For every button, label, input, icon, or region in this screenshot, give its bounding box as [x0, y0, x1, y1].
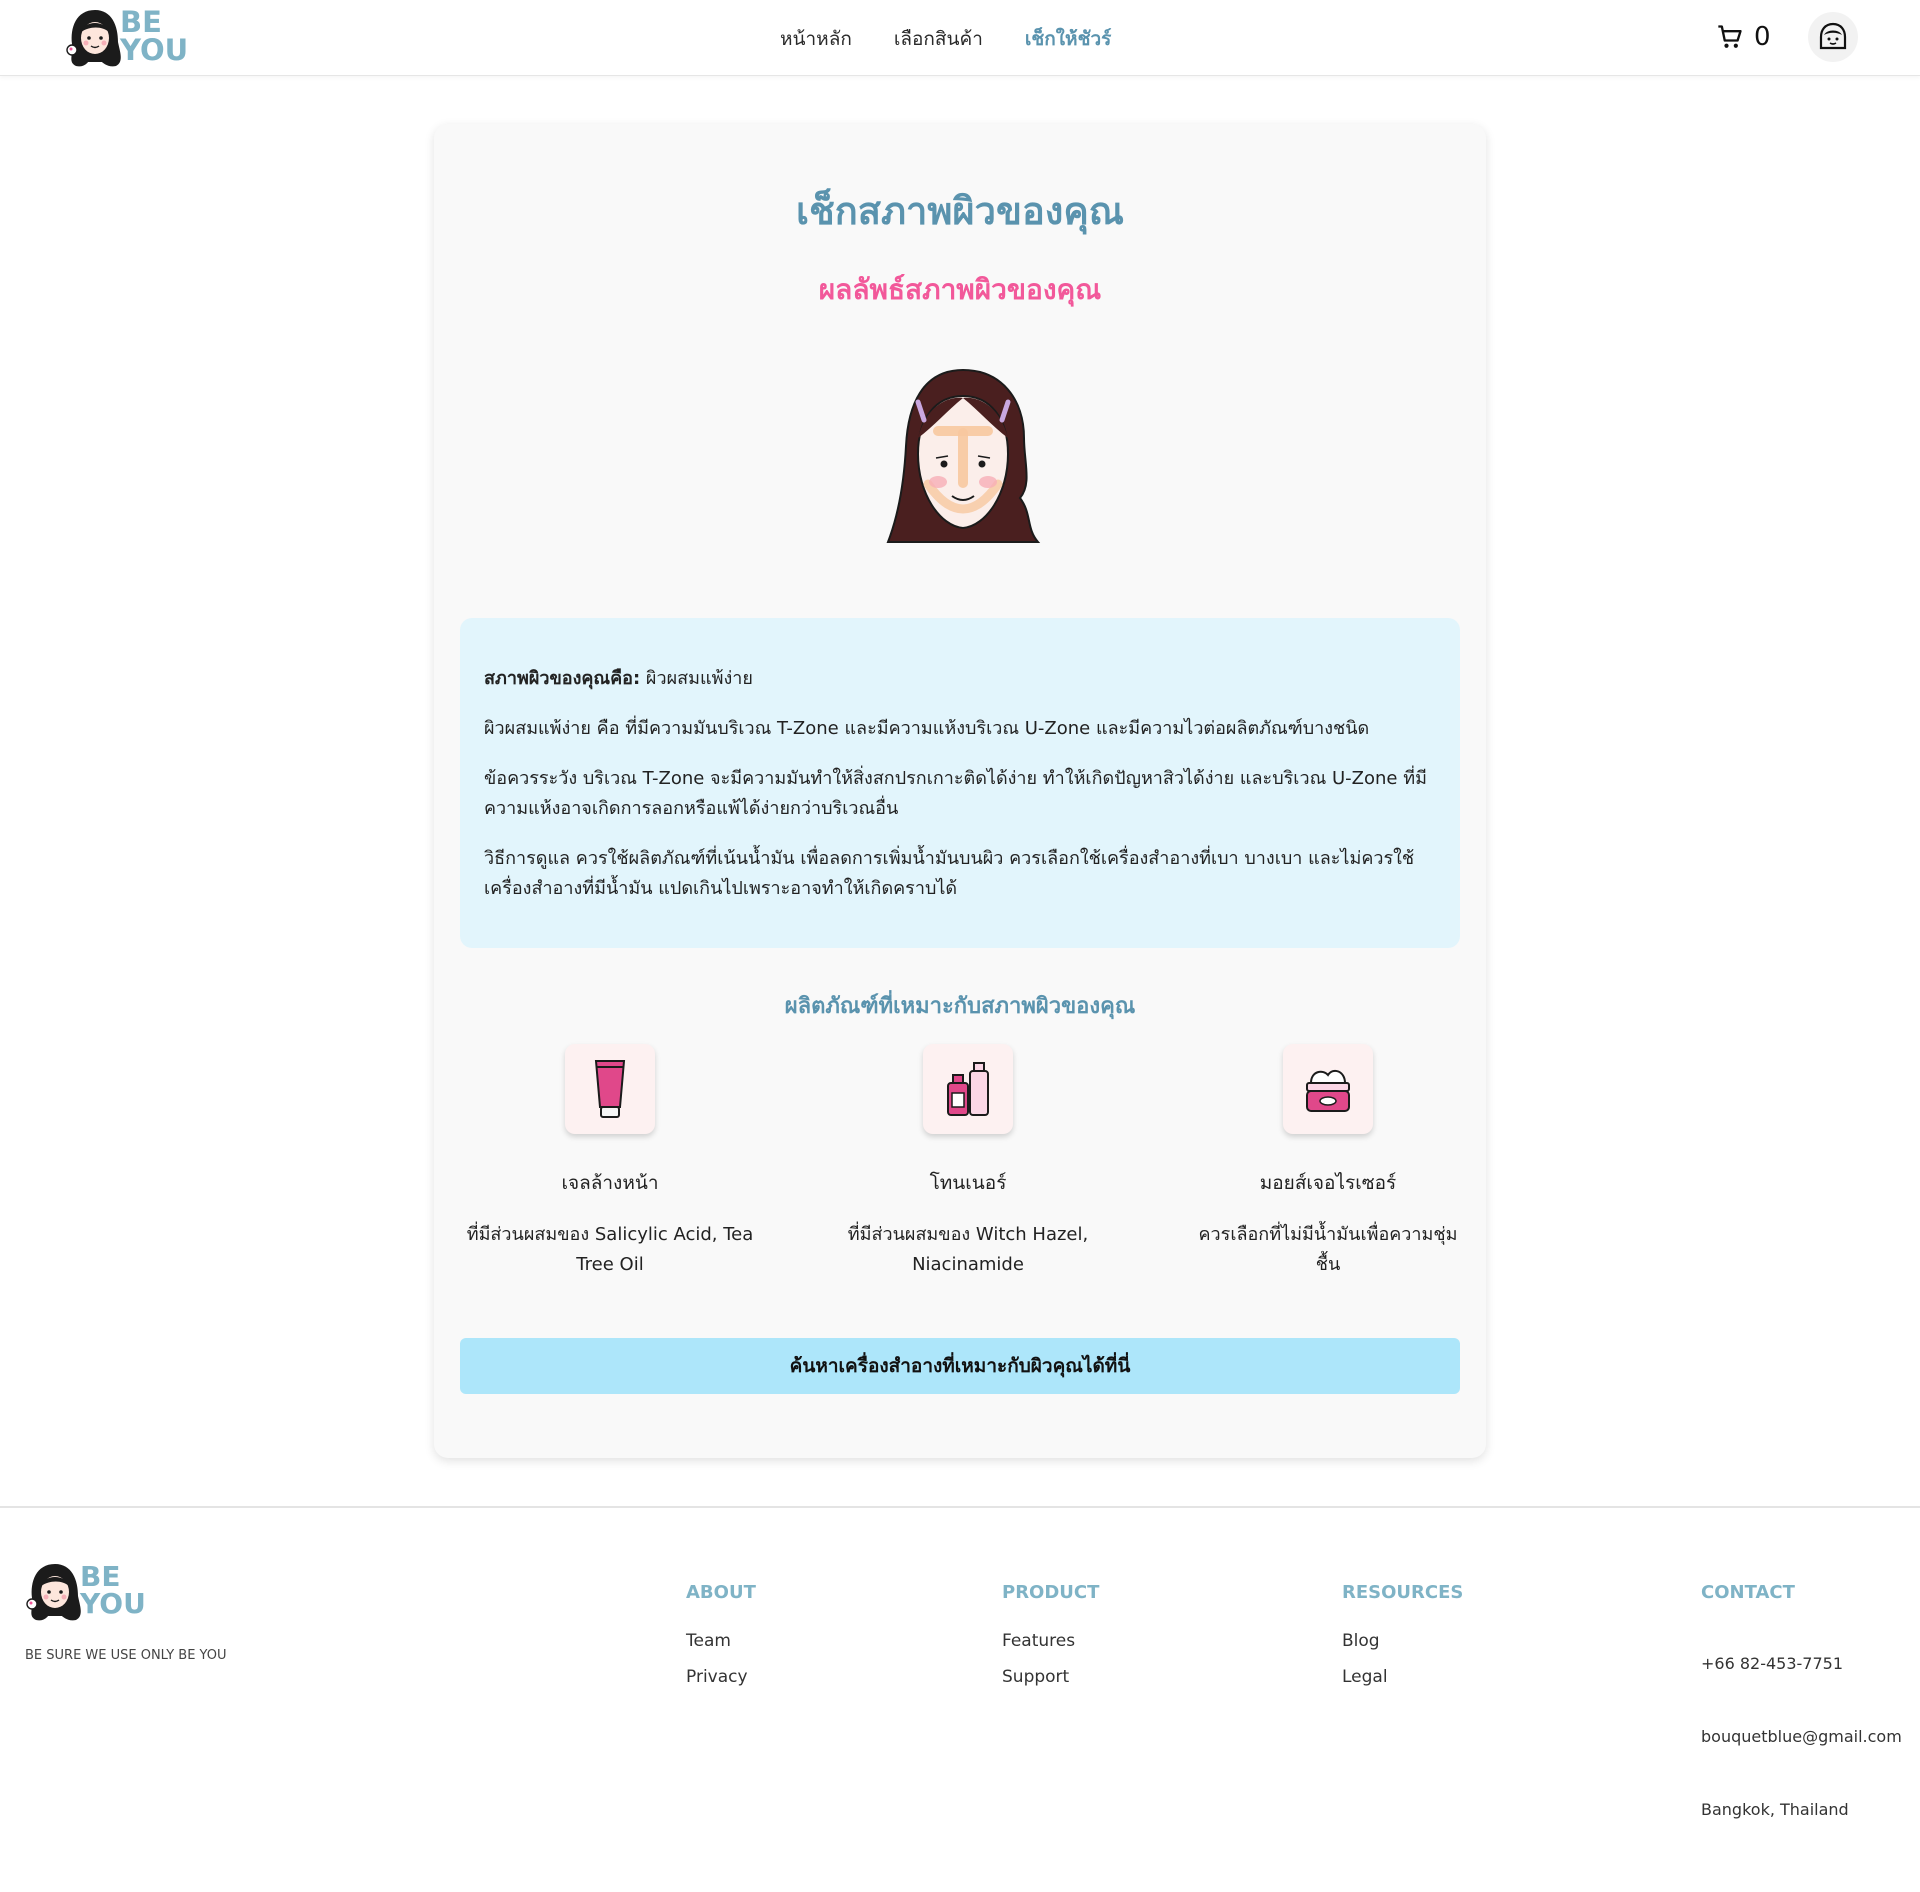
skin-care-tips: วิธีการดูแล ควรใช้ผลิตภัณฑ์ที่เน้นน้ำมัน… — [484, 848, 1415, 899]
product-description: ที่มีส่วนผสมของ Salicylic Acid, Tea Tree… — [466, 1224, 754, 1275]
footer-heading: CONTACT — [1701, 1582, 1795, 1603]
result-title: ผลลัพธ์สภาพผิวของคุณ — [818, 273, 1102, 306]
cart-button[interactable]: 0 — [1712, 16, 1775, 58]
product-description: ควรเลือกที่ไม่มีน้ำมันเพื่อความชุ่มชื้น — [1198, 1224, 1458, 1275]
contact-email[interactable]: bouquetblue@gmail.com — [1701, 1727, 1902, 1746]
product-name: โทนเนอร์ — [929, 1172, 1007, 1194]
skin-type-value: ผิวผสมแพ้ง่าย — [645, 668, 753, 689]
contact-location: Bangkok, Thailand — [1701, 1800, 1849, 1819]
girl-mascot-icon — [66, 10, 121, 67]
cart-count: 0 — [1754, 22, 1771, 52]
skin-description: ผิวผสมแพ้ง่าย คือ ที่มีความมันบริเวณ T-Z… — [484, 718, 1370, 739]
nav-shop[interactable]: เลือกสินค้า — [894, 24, 983, 54]
products-title: ผลิตภัณฑ์ที่เหมาะกับสภาพผิวของคุณ — [784, 994, 1136, 1019]
girl-mascot-icon — [26, 1564, 81, 1621]
cream-jar-icon — [1306, 1069, 1350, 1112]
footer-heading: RESOURCES — [1342, 1582, 1464, 1603]
logo-line2: YOU — [80, 1587, 146, 1620]
cart-icon — [1718, 25, 1742, 48]
face-illustration — [886, 368, 1041, 543]
footer-link-privacy[interactable]: Privacy — [686, 1667, 756, 1687]
skin-caution: ข้อควรระวัง บริเวณ T-Zone จะมีความมันทำใ… — [484, 768, 1427, 819]
cleanser-tube-icon — [594, 1060, 626, 1118]
product-card: โทนเนอร์ ที่มีส่วนผสมของ Witch Hazel, Ni… — [838, 1044, 1098, 1280]
logo-wordmark: BE YOU — [80, 1563, 146, 1620]
footer-logo[interactable]: BE YOU — [22, 1558, 146, 1624]
logo-wordmark: BE YOU — [120, 8, 189, 67]
profile-button[interactable] — [1808, 12, 1858, 62]
product-icon-tile — [923, 1044, 1013, 1134]
top-navbar: BE YOU หน้าหลัก เลือกสินค้า เช็กให้ชัวร์… — [0, 0, 1920, 76]
brand-logo[interactable]: BE YOU — [62, 4, 188, 70]
skin-info-box: สภาพผิวของคุณคือ: ผิวผสมแพ้ง่าย ผิวผสมแพ… — [460, 618, 1460, 948]
find-cosmetics-button[interactable]: ค้นหาเครื่องสำอางที่เหมาะกับผิวคุณได้ที่… — [460, 1338, 1460, 1394]
footer-tagline: BE SURE WE USE ONLY BE YOU — [25, 1648, 227, 1663]
skin-type-label: สภาพผิวของคุณคือ: — [484, 668, 641, 689]
product-description: ที่มีส่วนผสมของ Witch Hazel, Niacinamide — [847, 1224, 1089, 1275]
nav-skin-check[interactable]: เช็กให้ชัวร์ — [1025, 24, 1111, 54]
footer-divider — [0, 1506, 1920, 1508]
toner-bottles-icon — [947, 1062, 989, 1116]
nav-home[interactable]: หน้าหลัก — [780, 24, 852, 54]
user-avatar-icon — [1819, 22, 1847, 50]
logo-line2: YOU — [120, 33, 189, 67]
footer-link-blog[interactable]: Blog — [1342, 1631, 1463, 1651]
footer-heading: PRODUCT — [1002, 1582, 1100, 1603]
skin-type-line: สภาพผิวของคุณคือ: ผิวผสมแพ้ง่าย — [484, 664, 1436, 694]
product-name: มอยส์เจอไรเซอร์ — [1259, 1172, 1397, 1194]
main-nav: หน้าหลัก เลือกสินค้า เช็กให้ชัวร์ — [780, 24, 1111, 54]
footer-col-contact: CONTACT — [1701, 1582, 1795, 1631]
footer-link-legal[interactable]: Legal — [1342, 1667, 1463, 1687]
contact-phone[interactable]: +66 82-453-7751 — [1701, 1654, 1843, 1673]
product-card: มอยส์เจอไรเซอร์ ควรเลือกที่ไม่มีน้ำมันเพ… — [1188, 1044, 1468, 1280]
footer-col-about: ABOUT Team Privacy — [686, 1582, 756, 1703]
product-name: เจลล้างหน้า — [561, 1172, 659, 1194]
product-icon-tile — [565, 1044, 655, 1134]
footer-heading: ABOUT — [686, 1582, 756, 1603]
footer-col-resources: RESOURCES Blog Legal — [1342, 1582, 1463, 1703]
page-title: เช็กสภาพผิวของคุณ — [795, 189, 1125, 233]
footer-col-product: PRODUCT Features Support — [1002, 1582, 1099, 1703]
footer-link-features[interactable]: Features — [1002, 1631, 1099, 1651]
skin-result-card: เช็กสภาพผิวของคุณ ผลลัพธ์สภาพผิวของคุณ ส… — [434, 124, 1486, 1458]
footer-link-support[interactable]: Support — [1002, 1667, 1099, 1687]
footer-link-team[interactable]: Team — [686, 1631, 756, 1651]
product-card: เจลล้างหน้า ที่มีส่วนผสมของ Salicylic Ac… — [460, 1044, 760, 1280]
product-icon-tile — [1283, 1044, 1373, 1134]
